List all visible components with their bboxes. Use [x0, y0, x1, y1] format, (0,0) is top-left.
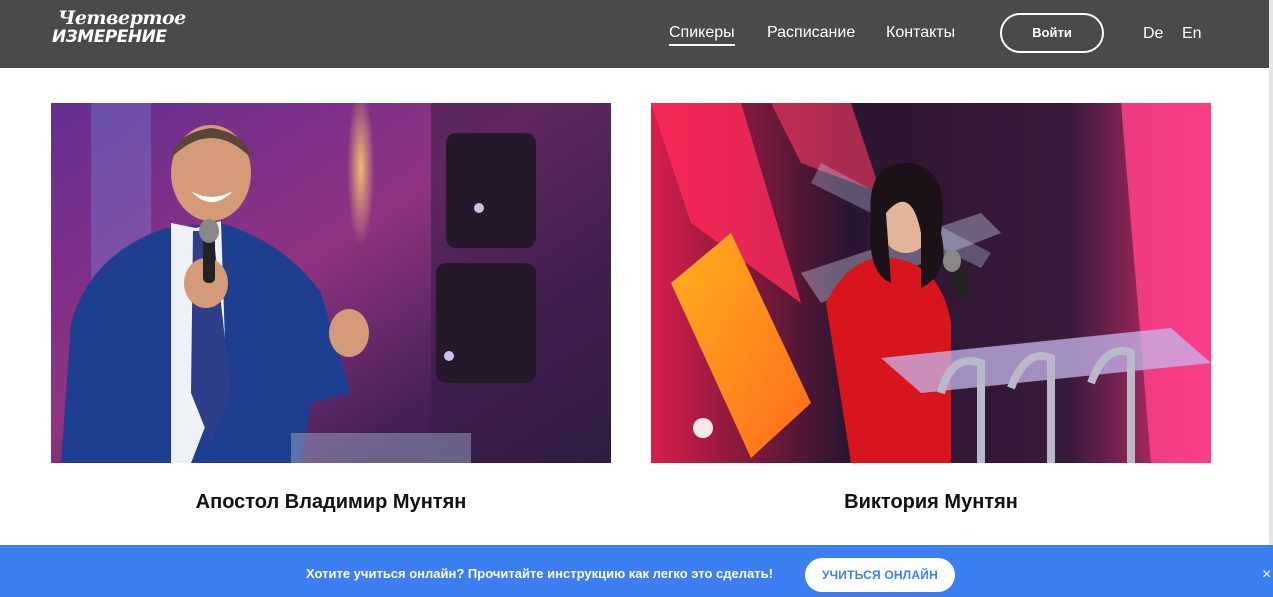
logo-line-2: ИЗМЕРЕНИЕ — [52, 27, 167, 47]
online-study-banner: Хотите учиться онлайн? Прочитайте инстру… — [0, 545, 1273, 597]
site-logo[interactable]: Четвертое ИЗМЕРЕНИЕ — [52, 7, 186, 53]
speaker-name-2[interactable]: Виктория Мунтян — [651, 490, 1211, 514]
language-de-link[interactable]: De — [1143, 25, 1163, 43]
nav-link-contacts[interactable]: Контакты — [886, 24, 955, 42]
logo-line-1: Четвертое — [58, 7, 186, 29]
speaker-photo-1[interactable] — [51, 103, 611, 463]
close-icon[interactable]: × — [1262, 565, 1273, 585]
speaker-photo-2[interactable] — [651, 103, 1211, 463]
language-en-link[interactable]: En — [1182, 25, 1202, 43]
nav-link-schedule[interactable]: Расписание — [767, 24, 855, 42]
study-online-button[interactable]: УЧИТЬСЯ ОНЛАЙН — [805, 558, 955, 592]
nav-link-speakers[interactable]: Спикеры — [669, 24, 735, 46]
site-header: Четвертое ИЗМЕРЕНИЕ Спикеры Расписание К… — [0, 0, 1273, 68]
banner-text: Хотите учиться онлайн? Прочитайте инстру… — [306, 566, 773, 581]
speaker-name-1[interactable]: Апостол Владимир Мунтян — [51, 490, 611, 514]
page-scrollbar[interactable] — [1269, 0, 1273, 597]
login-button[interactable]: Войти — [1000, 13, 1104, 53]
